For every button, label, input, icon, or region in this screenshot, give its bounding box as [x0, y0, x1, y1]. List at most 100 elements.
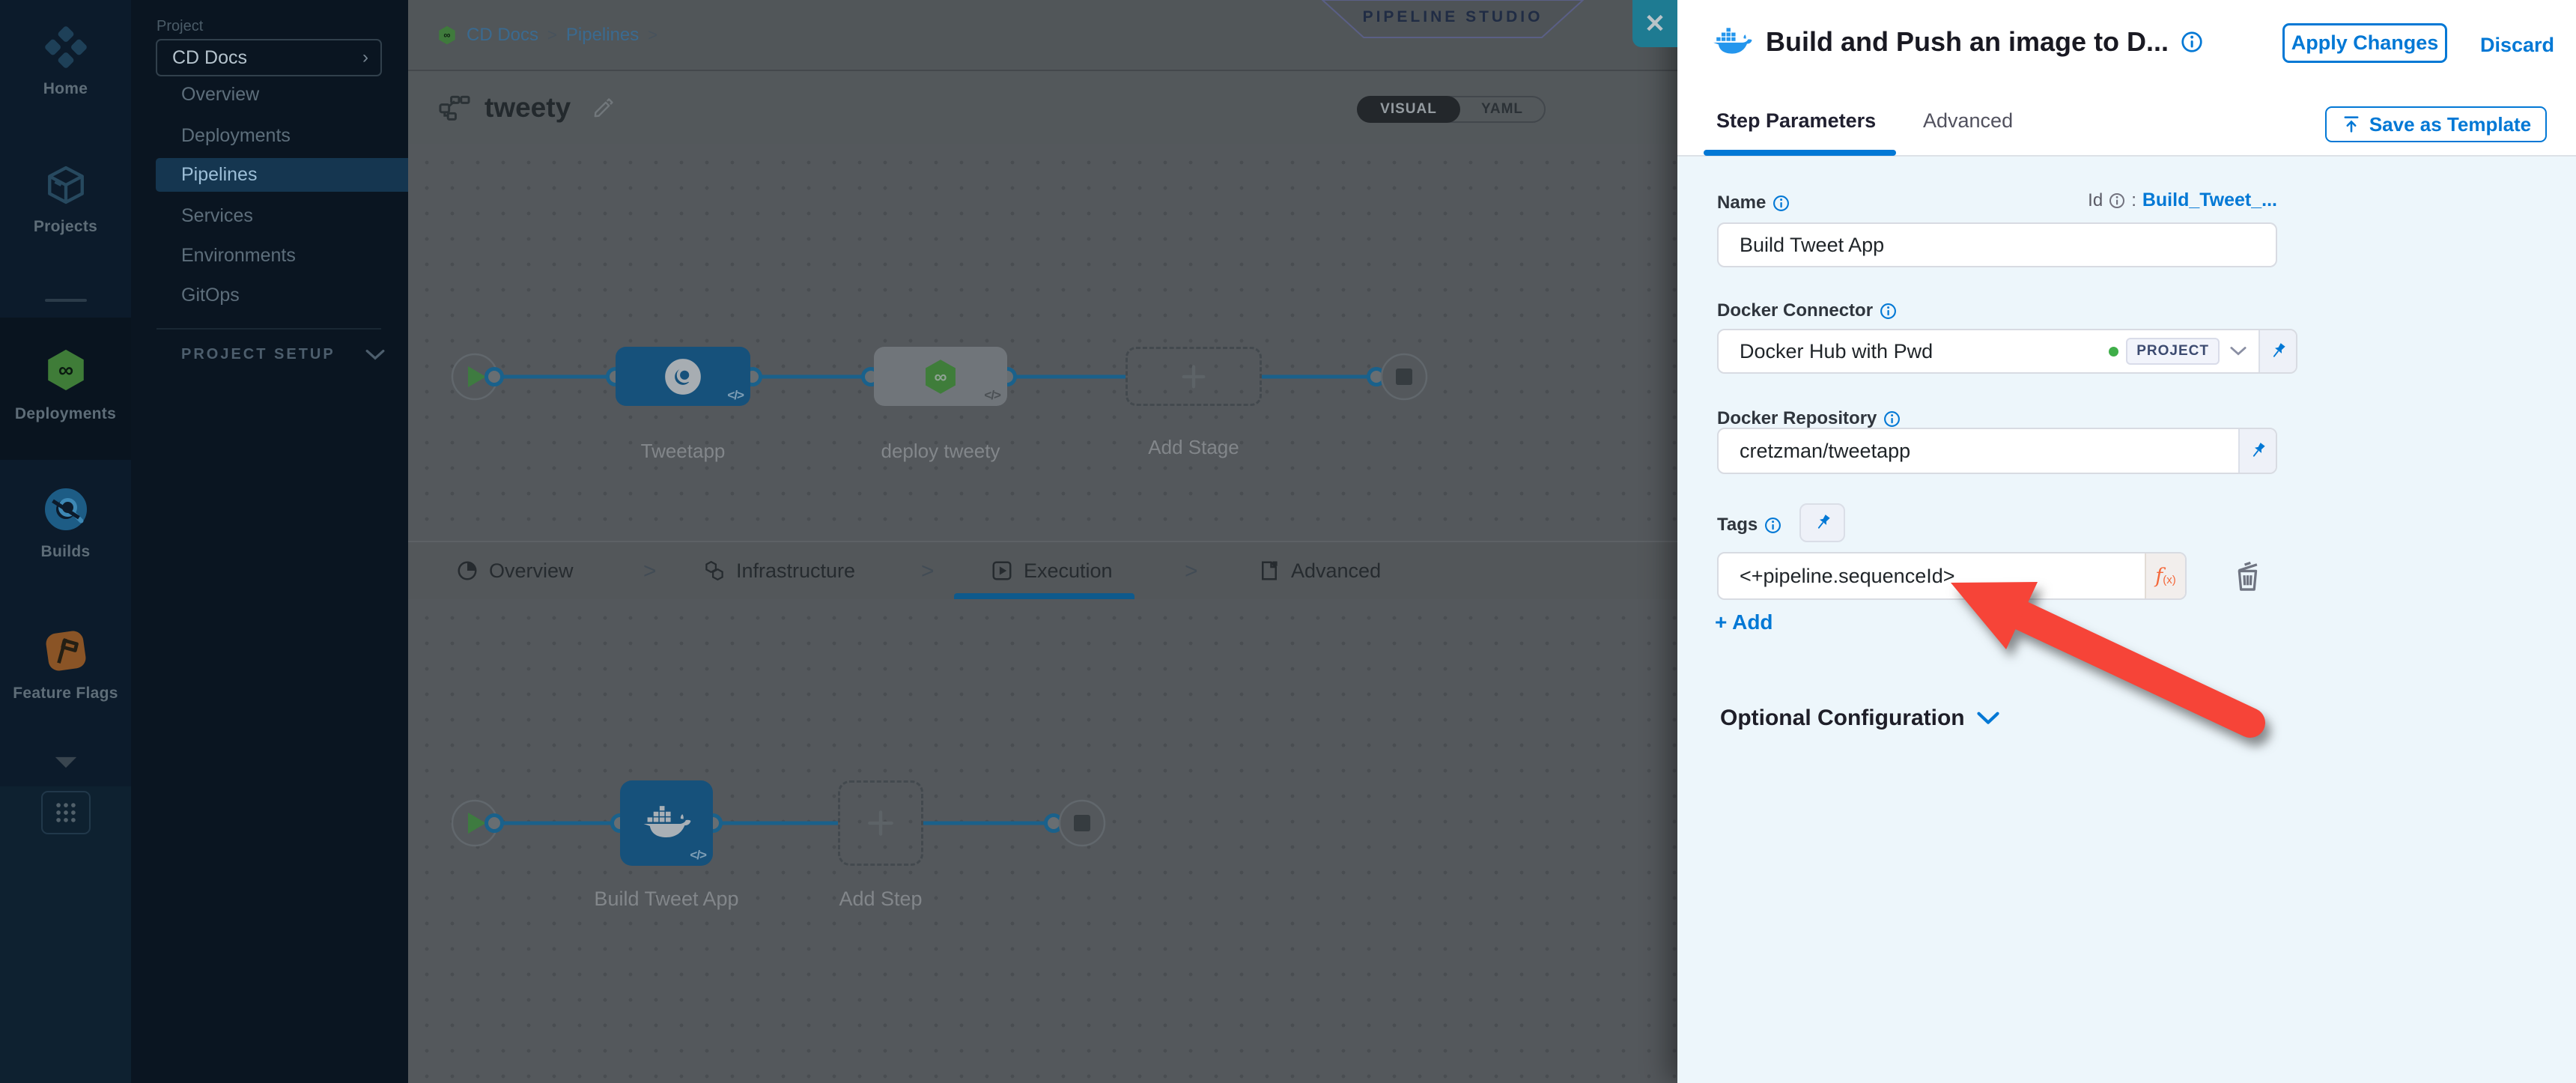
sidebar-collapse-toggle[interactable]	[0, 755, 131, 774]
stage-tabbar: Overview > Infrastructure > Execution	[408, 541, 1677, 599]
step-graph-canvas[interactable]: </> Build Tweet App Add Step	[408, 599, 1677, 1083]
project-setup-label: PROJECT SETUP	[181, 346, 335, 363]
project-setup-toggle[interactable]: PROJECT SETUP	[181, 346, 385, 363]
edit-pencil-icon[interactable]	[592, 96, 616, 120]
info-icon[interactable]	[2181, 31, 2203, 53]
overview-icon	[456, 559, 479, 582]
add-step-button[interactable]	[838, 780, 923, 866]
save-as-template-button[interactable]: Save as Template	[2325, 106, 2547, 142]
stage-graph-canvas[interactable]: </> ∞ </> Tweetapp deploy tweety A	[408, 144, 1677, 541]
tab-overview[interactable]: Overview	[456, 542, 574, 599]
tab-label: Overview	[489, 559, 574, 583]
apply-changes-button[interactable]: Apply Changes	[2282, 23, 2447, 63]
tab-step-parameters[interactable]: Step Parameters	[1716, 109, 1876, 133]
cd-stage-icon: ∞	[921, 357, 960, 397]
nav-item-environments[interactable]: Environments	[181, 245, 296, 267]
module-picker-button[interactable]	[41, 791, 91, 834]
breadcrumb-separator: >	[547, 25, 557, 45]
tab-execution[interactable]: Execution	[991, 542, 1113, 599]
tags-label-row: Tags	[1717, 515, 1781, 536]
connector-status-dot	[2109, 347, 2118, 357]
nav-item-gitops[interactable]: GitOps	[181, 285, 240, 306]
svg-text:∞: ∞	[443, 29, 450, 40]
docker-repository-field[interactable]: cretzman/tweetapp	[1717, 428, 2277, 474]
trash-icon	[2230, 557, 2264, 595]
info-icon[interactable]	[2109, 192, 2125, 209]
nav-item-services[interactable]: Services	[181, 205, 253, 227]
docker-connector-select[interactable]: Docker Hub with Pwd PROJECT	[1717, 329, 2297, 374]
sidebar-item-label: Builds	[0, 543, 131, 561]
sidebar-item-feature-flags[interactable]: Feature Flags	[0, 628, 131, 703]
add-stage-label: Add Stage	[1148, 436, 1239, 459]
step-parameters-form: Name Id : Build_Tweet_... Dock	[1677, 157, 2576, 1083]
nav-item-pipelines[interactable]: Pipelines	[156, 158, 408, 192]
tags-label: Tags	[1717, 515, 1758, 536]
harness-pipeline-studio: Home Projects ∞ Deployments	[0, 0, 2576, 1083]
expression-fx-button[interactable]: f (x)	[2145, 553, 2185, 598]
nav-item-overview[interactable]: Overview	[181, 84, 259, 106]
connector-pin-addon[interactable]	[2258, 330, 2296, 372]
name-input[interactable]	[1717, 222, 2277, 267]
home-icon	[44, 25, 88, 69]
sidebar-item-projects[interactable]: Projects	[0, 163, 131, 236]
tab-advanced[interactable]: Advanced	[1258, 542, 1381, 599]
add-tag-button[interactable]: + Add	[1715, 610, 1773, 634]
code-icon: </>	[984, 388, 1000, 403]
project-selector[interactable]: CD Docs ›	[156, 39, 382, 76]
step-config-drawer: Build and Push an image to D... Apply Ch…	[1677, 0, 2576, 1083]
id-value-link[interactable]: Build_Tweet_...	[2142, 189, 2277, 211]
sidebar-item-home[interactable]: Home	[0, 25, 131, 98]
close-icon: ✕	[1644, 9, 1666, 39]
sidebar-item-label: Deployments	[0, 405, 131, 423]
tags-pin-button[interactable]	[1799, 503, 1845, 542]
breadcrumb-pipelines-link[interactable]: Pipelines	[566, 25, 639, 46]
plus-icon	[1179, 362, 1209, 392]
close-drawer-button[interactable]: ✕	[1632, 0, 1677, 47]
toggle-visual[interactable]: VISUAL	[1357, 96, 1460, 123]
chevron-down-icon	[53, 755, 79, 770]
info-icon[interactable]	[1764, 517, 1781, 534]
add-stage-button[interactable]	[1126, 347, 1262, 406]
tab-separator: >	[643, 559, 657, 584]
toggle-yaml[interactable]: YAML	[1460, 97, 1544, 121]
fx-sub: (x)	[2163, 574, 2176, 586]
tab-advanced[interactable]: Advanced	[1923, 109, 2013, 133]
step-node-build-tweet-app[interactable]: </>	[620, 780, 713, 866]
stage-label: deploy tweety	[881, 440, 1000, 463]
scope-badge: PROJECT	[2126, 338, 2220, 365]
project-nav-panel: Project CD Docs › Overview Deployments P…	[131, 0, 408, 1083]
nav-divider	[157, 328, 381, 330]
sidebar-item-deployments[interactable]: ∞ Deployments	[0, 346, 131, 423]
tag-input-row: <+pipeline.sequenceId> f (x)	[1717, 552, 2187, 600]
docker-connector-label: Docker Connector	[1717, 300, 1873, 321]
nav-item-deployments[interactable]: Deployments	[181, 125, 291, 147]
info-icon[interactable]	[1883, 410, 1901, 428]
breadcrumb-project-link[interactable]: CD Docs	[467, 25, 538, 46]
sidebar-item-label: Feature Flags	[0, 685, 131, 703]
sidebar-item-label: Home	[0, 80, 131, 98]
pipeline-title-bar: tweety VISUAL YAML	[408, 71, 1677, 144]
badge-label: PIPELINE STUDIO	[1322, 8, 1584, 26]
delete-tag-button[interactable]	[2229, 556, 2265, 595]
repository-pin-addon[interactable]	[2238, 429, 2276, 473]
repo-label-row: Docker Repository	[1717, 408, 1901, 429]
code-icon: </>	[690, 848, 706, 863]
sidebar-item-builds[interactable]: Builds	[0, 487, 131, 561]
deployments-cd-icon: ∞	[43, 346, 89, 394]
tab-label: Infrastructure	[736, 559, 855, 583]
optional-configuration-toggle[interactable]: Optional Configuration	[1720, 706, 1999, 731]
svg-text:∞: ∞	[58, 358, 73, 382]
chevron-down-icon	[365, 349, 385, 361]
tab-label: Execution	[1024, 559, 1113, 583]
docker-repository-label: Docker Repository	[1717, 408, 1877, 429]
advanced-icon	[1258, 559, 1281, 582]
stage-node-tweetapp[interactable]: </>	[616, 347, 750, 406]
info-icon[interactable]	[1880, 303, 1897, 320]
tag-value[interactable]: <+pipeline.sequenceId>	[1719, 565, 2145, 588]
docker-icon	[1712, 25, 1752, 59]
stage-node-deploy-tweety[interactable]: ∞ </>	[874, 347, 1007, 406]
project-selector-value: CD Docs	[172, 47, 362, 69]
discard-button[interactable]: Discard	[2480, 34, 2554, 57]
info-icon[interactable]	[1772, 195, 1790, 212]
tab-infrastructure[interactable]: Infrastructure	[703, 542, 855, 599]
